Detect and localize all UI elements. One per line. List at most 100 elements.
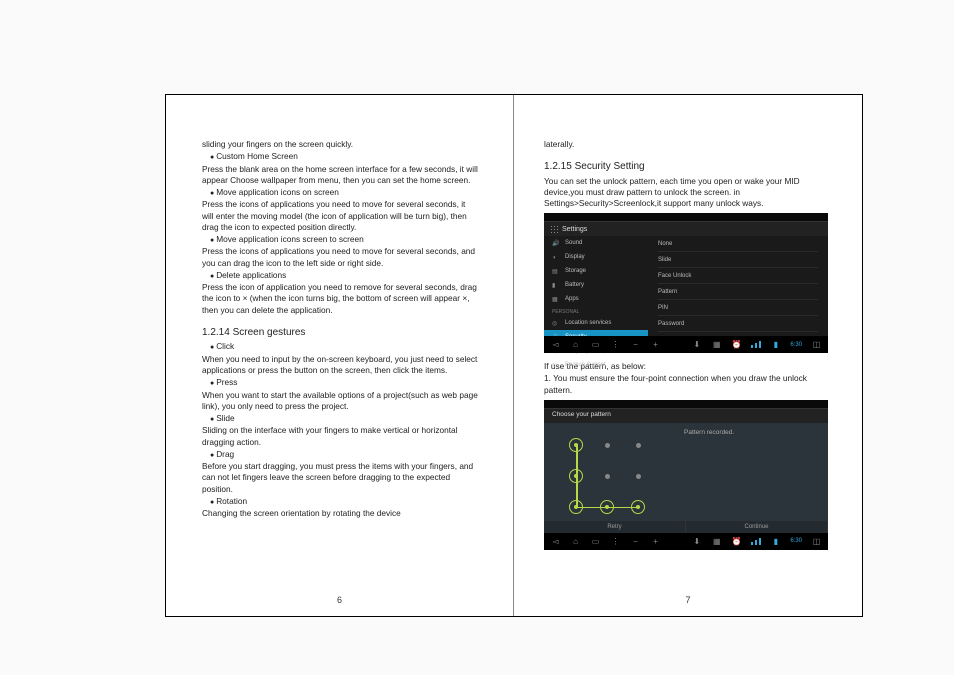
menu-icon[interactable]: ⋮ (610, 339, 621, 350)
bullet-move-icons: Move application icons on screen (210, 187, 479, 198)
bullet-rotation: Rotation (210, 496, 479, 507)
display-icon: ◑ (552, 254, 559, 261)
vol-up-icon[interactable]: + (650, 536, 661, 547)
text: When you want to start the available opt… (202, 390, 479, 412)
text: Sliding on the interface with your finge… (202, 425, 479, 447)
vol-down-icon[interactable]: − (630, 339, 641, 350)
page-left: sliding your fingers on the screen quick… (166, 95, 514, 616)
option-password[interactable]: Password (658, 316, 818, 332)
alarm-icon: ⏰ (731, 536, 742, 547)
text: When you need to input by the on-screen … (202, 354, 479, 376)
sidebar-row-storage[interactable]: ▤Storage (544, 264, 648, 278)
pattern-grid[interactable] (554, 423, 674, 533)
bullet-custom-home: Custom Home Screen (210, 151, 479, 162)
sidebar-row-sound[interactable]: 🔊Sound (544, 236, 648, 250)
pattern-title: Choose your pattern (552, 411, 611, 420)
sound-icon: 🔊 (552, 240, 559, 247)
status-bar (544, 400, 828, 409)
page-number-left: 6 (166, 594, 513, 606)
bullet-press: Press (210, 377, 479, 388)
retry-button[interactable]: Retry (544, 521, 686, 533)
text: 1. You must ensure the four-point connec… (544, 373, 828, 395)
page-right: laterally. 1.2.15 Security Setting You c… (514, 95, 862, 616)
pattern-dot-5 (605, 474, 610, 479)
option-face[interactable]: Face Unlock (658, 268, 818, 284)
page-number-right: 7 (514, 594, 862, 606)
grid-icon: ▦ (711, 536, 722, 547)
sidebar-category-personal: PERSONAL (544, 306, 648, 316)
pattern-dot-8 (600, 500, 614, 514)
recent-icon[interactable]: ▭ (590, 339, 601, 350)
back-icon[interactable]: ◅ (550, 339, 561, 350)
settings-icon (550, 225, 558, 233)
clock: 6:30 (790, 537, 802, 545)
sidebar-row-battery[interactable]: ▮Battery (544, 278, 648, 292)
continue-button[interactable]: Continue (686, 521, 828, 533)
option-pin[interactable]: PIN (658, 300, 818, 316)
clock: 6:30 (790, 341, 802, 349)
home-icon[interactable]: ⌂ (570, 339, 581, 350)
text: Press the blank area on the home screen … (202, 164, 479, 186)
status-bar (544, 213, 828, 222)
nav-bar: ◅ ⌂ ▭ ⋮ − + ⬇ ▦ ⏰ ▮ 6:30 ◫ (544, 533, 828, 550)
text: Changing the screen orientation by rotat… (202, 508, 479, 519)
pattern-dot-1 (569, 438, 583, 452)
pattern-button-bar: Retry Continue (544, 521, 828, 533)
pattern-dot-2 (605, 443, 610, 448)
back-icon[interactable]: ◅ (550, 536, 561, 547)
settings-title: Settings (562, 225, 587, 234)
sidebar-row-display[interactable]: ◑Display (544, 250, 648, 264)
option-slide[interactable]: Slide (658, 252, 818, 268)
bullet-delete-apps: Delete applications (210, 270, 479, 281)
menu-icon[interactable]: ⋮ (610, 536, 621, 547)
pattern-dot-9 (631, 500, 645, 514)
download-icon: ⬇ (691, 339, 702, 350)
battery-icon: ▮ (552, 282, 559, 289)
text: Press the icon of application you need t… (202, 282, 479, 316)
recent-icon[interactable]: ▭ (590, 536, 601, 547)
bullet-click: Click (210, 341, 479, 352)
pattern-dot-3 (636, 443, 641, 448)
sidebar-row-location[interactable]: ◎Location services (544, 316, 648, 330)
vol-up-icon[interactable]: + (650, 339, 661, 350)
apps-small-icon[interactable]: ◫ (811, 339, 822, 350)
sidebar-row-backup[interactable]: ↻Backup & reset (544, 358, 648, 372)
pattern-dot-6 (636, 474, 641, 479)
bullet-move-screen: Move application icons screen to screen (210, 234, 479, 245)
text: sliding your fingers on the screen quick… (202, 139, 479, 150)
download-icon: ⬇ (691, 536, 702, 547)
bullet-slide: Slide (210, 413, 479, 424)
wifi-icon (751, 538, 761, 545)
screenshot-settings: Settings 🔊Sound ◑Display ▤Storage ▮Batte… (544, 213, 828, 353)
vol-down-icon[interactable]: − (630, 536, 641, 547)
settings-sidebar: 🔊Sound ◑Display ▤Storage ▮Battery ▦Apps … (544, 236, 648, 336)
text: You can set the unlock pattern, each tim… (544, 176, 828, 210)
bullet-drag: Drag (210, 449, 479, 460)
apps-small-icon[interactable]: ◫ (811, 536, 822, 547)
heading-gestures: 1.2.14 Screen gestures (202, 326, 479, 340)
battery-status-icon: ▮ (770, 536, 781, 547)
wifi-icon (751, 341, 761, 348)
storage-icon: ▤ (552, 268, 559, 275)
pattern-dot-4 (569, 469, 583, 483)
nav-bar: ◅ ⌂ ▭ ⋮ − + ⬇ ▦ ⏰ ▮ 6:30 ◫ (544, 336, 828, 353)
sidebar-row-apps[interactable]: ▦Apps (544, 292, 648, 306)
backup-icon: ↻ (552, 362, 559, 369)
pattern-status: Pattern recorded. (684, 429, 734, 438)
text: Press the icons of applications you need… (202, 246, 479, 268)
grid-icon: ▦ (711, 339, 722, 350)
alarm-icon: ⏰ (731, 339, 742, 350)
settings-options: None Slide Face Unlock Pattern PIN Passw… (648, 236, 828, 336)
battery-status-icon: ▮ (770, 339, 781, 350)
settings-header: Settings (544, 222, 828, 236)
location-icon: ◎ (552, 320, 559, 327)
text: Press the icons of applications you need… (202, 199, 479, 233)
home-icon[interactable]: ⌂ (570, 536, 581, 547)
option-none[interactable]: None (658, 236, 818, 252)
pattern-dot-7 (569, 500, 583, 514)
pattern-header: Choose your pattern (544, 409, 828, 423)
option-pattern[interactable]: Pattern (658, 284, 818, 300)
text: Before you start dragging, you must pres… (202, 461, 479, 495)
apps-icon: ▦ (552, 296, 559, 303)
screenshot-pattern: Choose your pattern Pattern recorded. (544, 400, 828, 550)
